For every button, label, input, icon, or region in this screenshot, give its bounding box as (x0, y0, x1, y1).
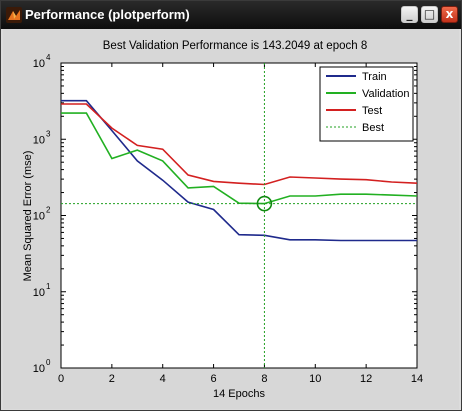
x-tick-label: 8 (261, 373, 267, 385)
y-tick-label: 10 (33, 363, 45, 375)
performance-chart: Best Validation Performance is 143.2049 … (22, 40, 423, 400)
legend-best-label: Best (362, 122, 384, 134)
y-tick-exponent: 4 (46, 53, 51, 62)
x-tick-label: 6 (211, 373, 217, 385)
performance-window: Performance (plotperform) _ □ x Best Val… (0, 0, 462, 411)
chart-title: Best Validation Performance is 143.2049 … (103, 40, 367, 52)
legend-test-label: Test (362, 105, 382, 117)
x-axis-label: 14 Epochs (213, 388, 265, 400)
figure-area: Best Validation Performance is 143.2049 … (3, 29, 459, 409)
y-tick-label: 10 (33, 134, 45, 146)
y-tick-exponent: 2 (46, 206, 51, 215)
y-tick-exponent: 0 (46, 358, 51, 367)
x-tick-label: 4 (160, 373, 166, 385)
close-button[interactable]: x (441, 6, 458, 23)
y-tick-label: 10 (33, 58, 45, 70)
legend: Train Validation Test Best (319, 66, 414, 142)
window-title: Performance (plotperform) (25, 7, 190, 22)
matlab-logo-icon (6, 7, 22, 23)
maximize-button[interactable]: □ (421, 6, 438, 23)
y-tick-exponent: 1 (46, 282, 51, 291)
x-tick-label: 14 (411, 373, 423, 385)
y-tick-label: 10 (33, 287, 45, 299)
y-tick-exponent: 3 (46, 129, 51, 138)
x-tick-label: 0 (58, 373, 64, 385)
title-bar[interactable]: Performance (plotperform) _ □ x (1, 1, 461, 29)
minimize-button[interactable]: _ (401, 6, 418, 23)
legend-train-label: Train (362, 71, 387, 83)
x-tick-label: 2 (109, 373, 115, 385)
y-axis-label: Mean Squared Error (mse) (22, 151, 34, 282)
legend-validation-label: Validation (362, 88, 410, 100)
y-tick-label: 10 (33, 211, 45, 223)
x-tick-label: 12 (360, 373, 372, 385)
x-tick-label: 10 (309, 373, 321, 385)
